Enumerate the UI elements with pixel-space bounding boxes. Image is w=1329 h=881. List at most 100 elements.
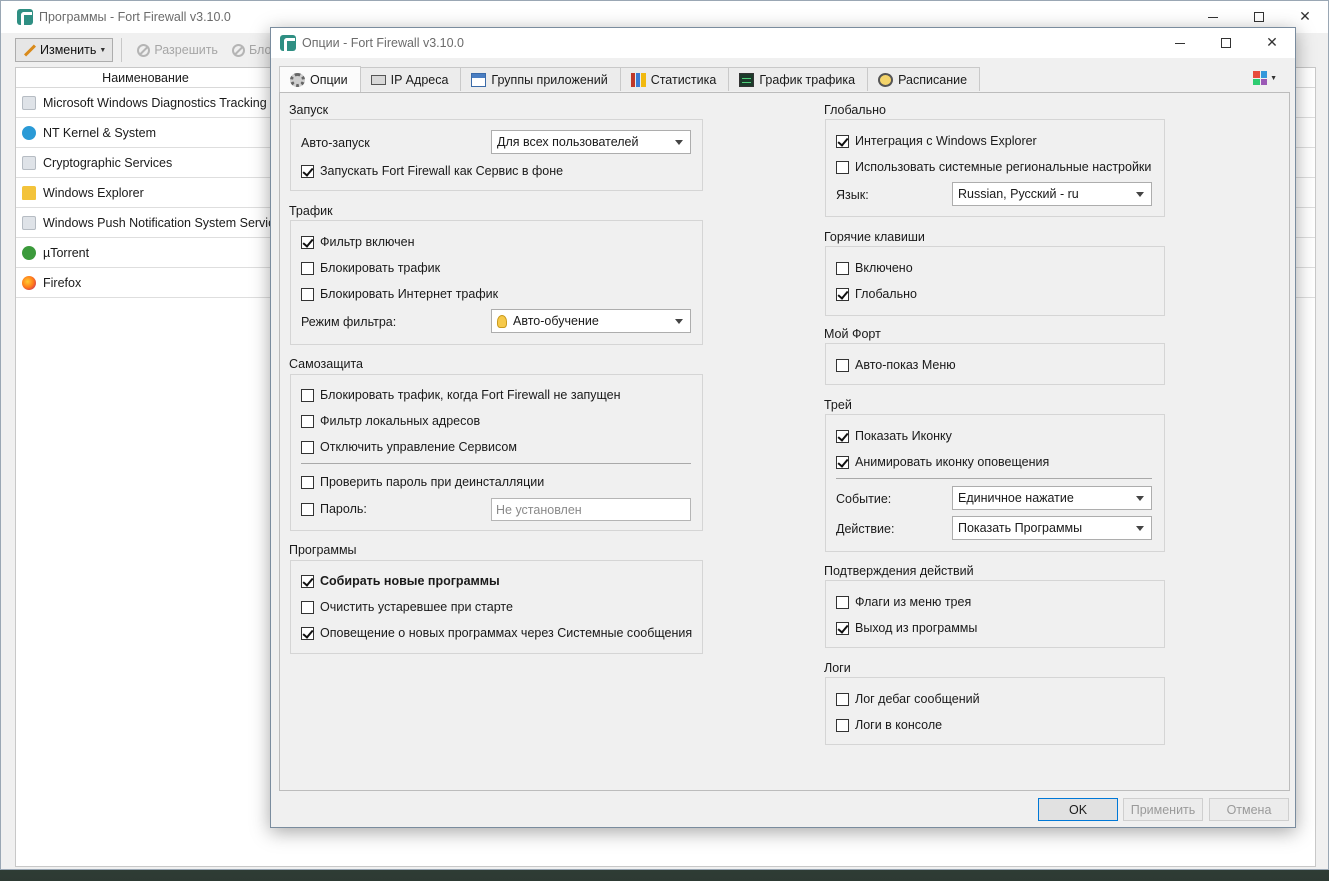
autostart-combo[interactable]: Для всех пользователей: [491, 130, 691, 154]
tab-label: Опции: [310, 72, 348, 87]
checkbox-unchecked[interactable]: [301, 600, 314, 614]
folder-icon: [22, 185, 36, 200]
use-system-locale-checkbox[interactable]: Использовать системные региональные наст…: [836, 160, 1151, 174]
checkbox-checked[interactable]: [301, 235, 314, 249]
explorer-integration-checkbox[interactable]: Интеграция с Windows Explorer: [836, 134, 1037, 148]
checkbox-checked[interactable]: [301, 164, 314, 178]
logs-group: [825, 677, 1165, 745]
checkbox-unchecked[interactable]: [836, 358, 849, 372]
checkbox-unchecked[interactable]: [836, 261, 849, 275]
tab-statistics[interactable]: Статистика: [619, 67, 730, 91]
hotkeys-global-checkbox[interactable]: Глобально: [836, 287, 917, 301]
options-content: Запуск Авто-запуск Для всех пользователе…: [279, 92, 1290, 791]
purge-on-start-label: Очистить устаревшее при старте: [320, 600, 513, 614]
collect-new-checkbox[interactable]: Собирать новые программы: [301, 574, 500, 588]
show-icon-checkbox[interactable]: Показать Иконку: [836, 429, 952, 443]
exit-program-checkbox[interactable]: Выход из программы: [836, 621, 977, 635]
run-as-service-checkbox[interactable]: Запускать Fort Firewall как Сервис в фон…: [301, 164, 563, 178]
tab-schedule[interactable]: Расписание: [867, 67, 981, 91]
tab-label: Статистика: [650, 72, 717, 87]
ok-button[interactable]: OK: [1038, 798, 1118, 821]
language-label: Язык:: [836, 188, 869, 202]
cancel-button[interactable]: Отмена: [1209, 798, 1289, 821]
windows-icon: [22, 125, 36, 140]
checkbox-checked[interactable]: [836, 134, 849, 148]
tray-flags-checkbox[interactable]: Флаги из меню трея: [836, 595, 971, 609]
block-traffic-label: Блокировать трафик: [320, 261, 441, 275]
event-label: Событие:: [836, 492, 892, 506]
column-header-name[interactable]: Наименование: [102, 71, 189, 85]
block-traffic-checkbox[interactable]: Блокировать трафик: [301, 261, 440, 275]
minimize-button[interactable]: [1157, 28, 1203, 58]
allow-button[interactable]: Разрешить: [130, 38, 225, 62]
tab-options[interactable]: Опции: [279, 66, 361, 92]
check-password-uninstall-checkbox[interactable]: Проверить пароль при деинсталляции: [301, 475, 544, 489]
filter-local-checkbox[interactable]: Фильтр локальных адресов: [301, 414, 480, 428]
hotkeys-enabled-label: Включено: [855, 261, 913, 275]
block-internet-checkbox[interactable]: Блокировать Интернет трафик: [301, 287, 498, 301]
checkbox-unchecked[interactable]: [301, 502, 314, 516]
program-name: µTorrent: [43, 245, 90, 260]
checkbox-unchecked[interactable]: [836, 160, 849, 174]
close-button[interactable]: ✕: [1249, 28, 1295, 58]
console-log-checkbox[interactable]: Логи в консоле: [836, 718, 942, 732]
auto-menu-checkbox[interactable]: Авто-показ Меню: [836, 358, 956, 372]
generic-icon: [22, 155, 36, 170]
filter-mode-value: Авто-обучение: [513, 314, 599, 328]
block-icon: [231, 43, 245, 57]
checkbox-unchecked[interactable]: [836, 692, 849, 706]
checkbox-unchecked[interactable]: [301, 440, 314, 454]
checkbox-checked[interactable]: [836, 455, 849, 469]
password-input[interactable]: [491, 498, 691, 521]
checkbox-checked[interactable]: [836, 287, 849, 301]
event-value: Единичное нажатие: [958, 491, 1074, 505]
tab-label: График трафика: [759, 72, 856, 87]
edit-button-label: Изменить: [40, 43, 97, 57]
tab-traffic-graph[interactable]: График трафика: [728, 67, 869, 91]
traffic-section-title: Трафик: [289, 204, 333, 218]
animate-icon-label: Анимировать иконку оповещения: [855, 455, 1050, 469]
checkbox-unchecked[interactable]: [301, 414, 314, 428]
maximize-button[interactable]: [1203, 28, 1249, 58]
tab-app-groups[interactable]: Группы приложений: [460, 67, 621, 91]
tab-menu-button[interactable]: ▼: [1253, 71, 1277, 85]
checkbox-checked[interactable]: [301, 574, 314, 588]
filter-mode-label: Режим фильтра:: [301, 315, 397, 329]
hotkeys-global-label: Глобально: [855, 287, 917, 301]
filter-mode-combo[interactable]: Авто-обучение: [491, 309, 691, 333]
action-value: Показать Программы: [958, 521, 1083, 535]
checkbox-unchecked[interactable]: [301, 388, 314, 402]
collect-new-label: Собирать новые программы: [320, 574, 500, 588]
fort-firewall-logo-icon: [280, 35, 296, 51]
debug-log-checkbox[interactable]: Лог дебаг сообщений: [836, 692, 980, 706]
checkbox-unchecked[interactable]: [301, 475, 314, 489]
notify-new-checkbox[interactable]: Оповещение о новых программах через Сист…: [301, 626, 692, 640]
tab-label: IP Адреса: [390, 72, 449, 87]
filter-enabled-checkbox[interactable]: Фильтр включен: [301, 235, 414, 249]
block-when-stopped-checkbox[interactable]: Блокировать трафик, когда Fort Firewall …: [301, 388, 621, 402]
checkbox-checked[interactable]: [836, 621, 849, 635]
tab-ip-addresses[interactable]: IP Адреса: [359, 67, 462, 91]
firefox-icon: [22, 275, 36, 290]
programs-toolbar: Изменить ▼ Разрешить Блоки: [15, 38, 291, 62]
hotkeys-enabled-checkbox[interactable]: Включено: [836, 261, 913, 275]
disable-service-control-checkbox[interactable]: Отключить управление Сервисом: [301, 440, 517, 454]
purge-on-start-checkbox[interactable]: Очистить устаревшее при старте: [301, 600, 513, 614]
animate-icon-checkbox[interactable]: Анимировать иконку оповещения: [836, 455, 1049, 469]
checkbox-unchecked[interactable]: [301, 287, 314, 301]
checkbox-unchecked[interactable]: [301, 261, 314, 275]
startup-section-title: Запуск: [289, 103, 329, 117]
options-window-controls: ✕: [1157, 28, 1295, 58]
tray-separator: [836, 478, 1152, 479]
apply-button[interactable]: Применить: [1123, 798, 1203, 821]
checkbox-unchecked[interactable]: [836, 718, 849, 732]
edit-button[interactable]: Изменить ▼: [15, 38, 114, 62]
checkbox-checked[interactable]: [301, 626, 314, 640]
options-dialog: Опции - Fort Firewall v3.10.0 ✕ Опции IP…: [270, 27, 1296, 828]
event-combo[interactable]: Единичное нажатие: [952, 486, 1152, 510]
checkbox-unchecked[interactable]: [836, 595, 849, 609]
action-combo[interactable]: Показать Программы: [952, 516, 1152, 540]
checkbox-checked[interactable]: [836, 429, 849, 443]
language-combo[interactable]: Russian, Русский - ru: [952, 182, 1152, 206]
password-checkbox[interactable]: Пароль:: [301, 502, 367, 516]
